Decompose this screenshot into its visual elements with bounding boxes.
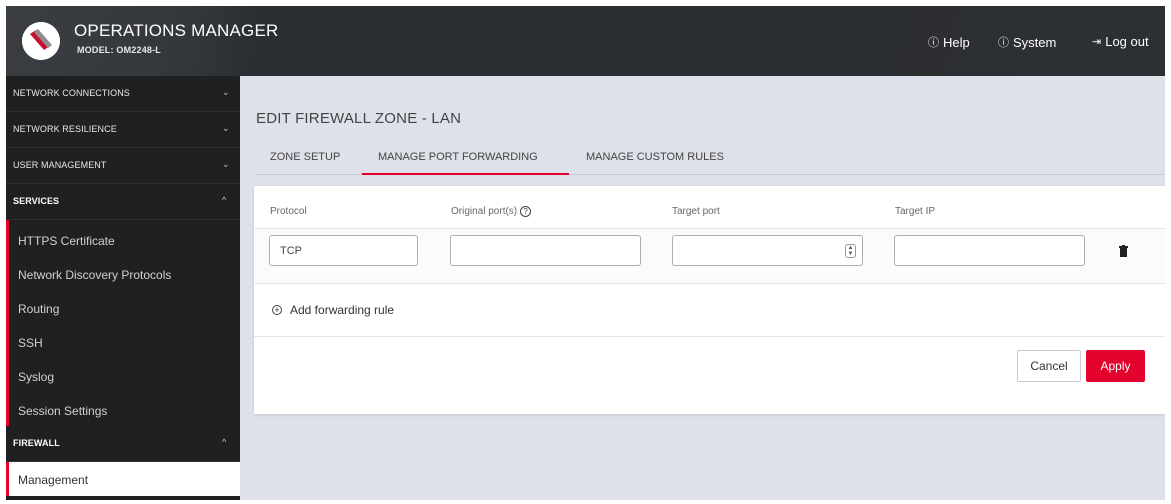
system-label: System <box>1013 34 1057 50</box>
original-ports-input[interactable] <box>450 235 641 266</box>
column-label: Target IP <box>895 206 936 217</box>
sidebar-item-syslog[interactable]: Syslog <box>6 360 240 394</box>
apply-button[interactable]: Apply <box>1086 350 1145 382</box>
item-label: HTTPS Certificate <box>18 234 115 248</box>
column-label: Original port(s) <box>451 206 518 217</box>
sidebar-item-network-discovery-protocols[interactable]: Network Discovery Protocols <box>6 258 240 292</box>
system-link[interactable]: ⓘ System <box>998 34 1056 50</box>
logout-icon: ⇥ <box>1092 36 1102 48</box>
sidebar-item-session-settings[interactable]: Session Settings <box>6 394 240 428</box>
target-ip-input[interactable] <box>894 235 1085 266</box>
page-title: EDIT FIREWALL ZONE - LAN <box>256 110 462 127</box>
chevron-down-icon: ⌄ <box>222 123 230 133</box>
sidebar-section-firewall[interactable]: FIREWALL ^ <box>6 426 240 462</box>
add-rule-label: Add forwarding rule <box>290 303 395 317</box>
help-icon: ⓘ <box>928 37 939 49</box>
info-icon: ⓘ <box>998 37 1009 49</box>
item-label: Syslog <box>18 370 55 384</box>
sidebar-item-https-certificate[interactable]: HTTPS Certificate <box>6 224 240 258</box>
column-label: Target port <box>672 206 720 217</box>
brand-logo-icon <box>22 22 60 60</box>
sidebar-section-network-connections[interactable]: NETWORK CONNECTIONS ⌄ <box>6 76 240 112</box>
section-label: NETWORK RESILIENCE <box>13 124 117 134</box>
app-window: OPERATIONS MANAGER MODEL: OM2248-L ⓘ Hel… <box>6 6 1165 500</box>
column-header-target-ip: Target IP <box>895 206 935 217</box>
chevron-down-icon: ⌄ <box>222 87 230 97</box>
item-label: Network Discovery Protocols <box>18 268 172 282</box>
section-label: USER MANAGEMENT <box>13 160 107 170</box>
help-label: Help <box>943 34 970 50</box>
tab-manage-custom-rules[interactable]: MANAGE CUSTOM RULES <box>586 151 724 163</box>
stepper-arrows-icon[interactable]: ▲ ▼ <box>845 244 856 258</box>
section-label: SERVICES <box>13 196 60 206</box>
top-header: OPERATIONS MANAGER MODEL: OM2248-L ⓘ Hel… <box>6 6 1165 76</box>
protocol-field[interactable] <box>269 235 418 266</box>
section-label: FIREWALL <box>13 438 60 448</box>
help-link[interactable]: ⓘ Help <box>928 34 970 50</box>
help-icon[interactable]: ? <box>520 206 532 217</box>
sidebar-section-services[interactable]: SERVICES ^ <box>6 184 240 220</box>
chevron-up-icon: ^ <box>222 195 227 205</box>
trash-icon[interactable] <box>1119 244 1128 257</box>
add-circle-icon: + <box>272 305 282 315</box>
column-label: Protocol <box>270 206 307 217</box>
tab-zone-setup[interactable]: ZONE SETUP <box>270 151 340 163</box>
sidebar-item-routing[interactable]: Routing <box>6 292 240 326</box>
section-label: NETWORK CONNECTIONS <box>13 88 130 98</box>
chevron-down-icon: ⌄ <box>222 159 230 169</box>
item-label: Session Settings <box>18 404 108 418</box>
card-divider <box>254 336 1165 337</box>
app-title: OPERATIONS MANAGER <box>74 21 279 40</box>
add-forwarding-rule-button[interactable]: + Add forwarding rule <box>272 303 394 317</box>
sidebar-item-ssh[interactable]: SSH <box>6 326 240 360</box>
chevron-up-icon: ^ <box>222 437 227 447</box>
model-label: MODEL: OM2248-L <box>77 45 162 55</box>
logout-link[interactable]: ⇥ Log out <box>1092 34 1149 49</box>
target-port-stepper[interactable] <box>672 235 863 266</box>
item-label: Management <box>18 473 89 487</box>
column-header-original-ports: Original port(s)? <box>451 206 532 217</box>
active-tab-indicator <box>362 173 569 175</box>
cancel-button[interactable]: Cancel <box>1017 350 1081 382</box>
sidebar-section-network-resilience[interactable]: NETWORK RESILIENCE ⌄ <box>6 112 240 148</box>
sidebar: NETWORK CONNECTIONS ⌄ NETWORK RESILIENCE… <box>6 76 240 500</box>
sidebar-item-management[interactable]: Management <box>6 462 240 496</box>
logout-label: Log out <box>1105 34 1149 49</box>
tab-bar: ZONE SETUP MANAGE PORT FORWARDING MANAGE… <box>256 142 1165 175</box>
item-label: SSH <box>18 336 43 350</box>
item-label: Routing <box>18 302 60 316</box>
column-header-protocol: Protocol <box>270 206 307 217</box>
tab-manage-port-forwarding[interactable]: MANAGE PORT FORWARDING <box>378 151 538 163</box>
sidebar-section-user-management[interactable]: USER MANAGEMENT ⌄ <box>6 148 240 184</box>
column-header-target-port: Target port <box>672 206 720 217</box>
